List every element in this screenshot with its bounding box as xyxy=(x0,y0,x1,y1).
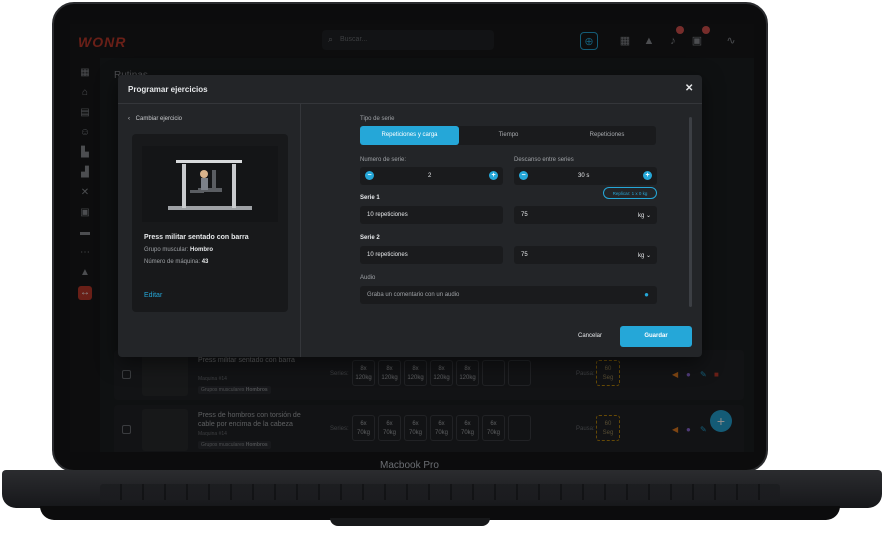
series-1-reps-value: 10 repeticiones xyxy=(367,212,408,218)
plus-icon[interactable]: + xyxy=(643,171,652,180)
series-type-option-reps-load[interactable]: Repeticiones y carga xyxy=(360,126,459,145)
rest-value: 30 s xyxy=(578,173,590,179)
series-count-value: 2 xyxy=(428,173,432,179)
series-1-load-input[interactable]: 75 kg ⌄ xyxy=(514,206,657,224)
machine-number: Número de máquina: 43 xyxy=(144,259,208,265)
unit-value: kg xyxy=(637,253,645,259)
close-icon[interactable]: ✕ xyxy=(685,83,693,94)
chevron-left-icon: ‹ xyxy=(128,116,130,122)
series-2-load-value: 75 xyxy=(521,252,528,258)
device-label: Macbook Pro xyxy=(380,460,439,471)
muscle-group-value: Hombro xyxy=(190,247,214,253)
series-2-load-input[interactable]: 75 kg ⌄ xyxy=(514,246,657,264)
chevron-down-icon: ⌄ xyxy=(645,253,651,259)
microphone-icon[interactable]: ● xyxy=(644,290,649,299)
schedule-exercise-modal: Programar ejercicios ✕ ‹ Cambiar ejercic… xyxy=(118,75,702,357)
replicate-button[interactable]: Replicar: 1 x 0 kg xyxy=(603,187,657,199)
save-button[interactable]: Guardar xyxy=(620,326,692,347)
series-2-reps-value: 10 repeticiones xyxy=(367,252,408,258)
series-1-reps-input[interactable]: 10 repeticiones xyxy=(360,206,503,224)
scrollbar[interactable] xyxy=(689,117,692,307)
change-exercise-label: Cambiar ejercicio xyxy=(135,116,183,122)
modal-header: Programar ejercicios ✕ xyxy=(118,75,702,104)
change-exercise-link[interactable]: ‹ Cambiar ejercicio xyxy=(128,116,182,122)
series-1-load-value: 75 xyxy=(521,212,528,218)
plus-icon[interactable]: + xyxy=(489,171,498,180)
edit-exercise-link[interactable]: Editar xyxy=(144,292,162,299)
exercise-image xyxy=(142,146,278,222)
unit-select[interactable]: kg ⌄ xyxy=(638,252,651,259)
machine-number-label: Número de máquina: xyxy=(144,259,201,265)
series-type-label: Tipo de serie xyxy=(360,116,395,122)
laptop-frame: Macbook Pro WONR ⌕ Buscar... ⊕ ▦ ▲ ♪ ▣ ∿… xyxy=(0,0,886,535)
screen: WONR ⌕ Buscar... ⊕ ▦ ▲ ♪ ▣ ∿ ▦ ⌂ ▤ ☺ ▙ ▟… xyxy=(70,24,754,452)
laptop-notch xyxy=(330,518,490,526)
unit-select[interactable]: kg ⌄ xyxy=(638,212,651,219)
audio-label: Audio xyxy=(360,275,376,281)
muscle-group-label: Grupo muscular: xyxy=(144,247,189,253)
unit-value: kg xyxy=(637,213,645,219)
rest-label: Descanso entre series xyxy=(514,157,574,163)
muscle-group: Grupo muscular: Hombro xyxy=(144,247,213,253)
series-2-label: Serie 2 xyxy=(360,235,380,241)
audio-recorder[interactable]: Graba un comentario con un audio ● xyxy=(360,286,657,304)
keyboard xyxy=(100,484,780,500)
minus-icon[interactable]: − xyxy=(365,171,374,180)
modal-divider xyxy=(300,104,301,357)
exercise-card: Press militar sentado con barra Grupo mu… xyxy=(132,134,288,312)
audio-placeholder: Graba un comentario con un audio xyxy=(367,292,460,298)
series-1-label: Serie 1 xyxy=(360,195,380,201)
series-count-stepper[interactable]: − 2 + xyxy=(360,167,503,185)
series-count-label: Numero de serie: xyxy=(360,157,407,163)
series-type-selector: Repeticiones y carga Tiempo Repeticiones xyxy=(360,126,656,145)
machine-number-value: 43 xyxy=(201,259,209,265)
minus-icon[interactable]: − xyxy=(519,171,528,180)
series-type-option-time[interactable]: Tiempo xyxy=(459,126,558,145)
series-2-reps-input[interactable]: 10 repeticiones xyxy=(360,246,503,264)
series-type-option-reps[interactable]: Repeticiones xyxy=(558,126,656,145)
chevron-down-icon: ⌄ xyxy=(645,213,651,219)
rest-stepper[interactable]: − 30 s + xyxy=(514,167,657,185)
exercise-name: Press militar sentado con barra xyxy=(144,234,249,241)
modal-title: Programar ejercicios xyxy=(128,85,208,94)
cancel-button[interactable]: Cancelar xyxy=(578,333,602,339)
